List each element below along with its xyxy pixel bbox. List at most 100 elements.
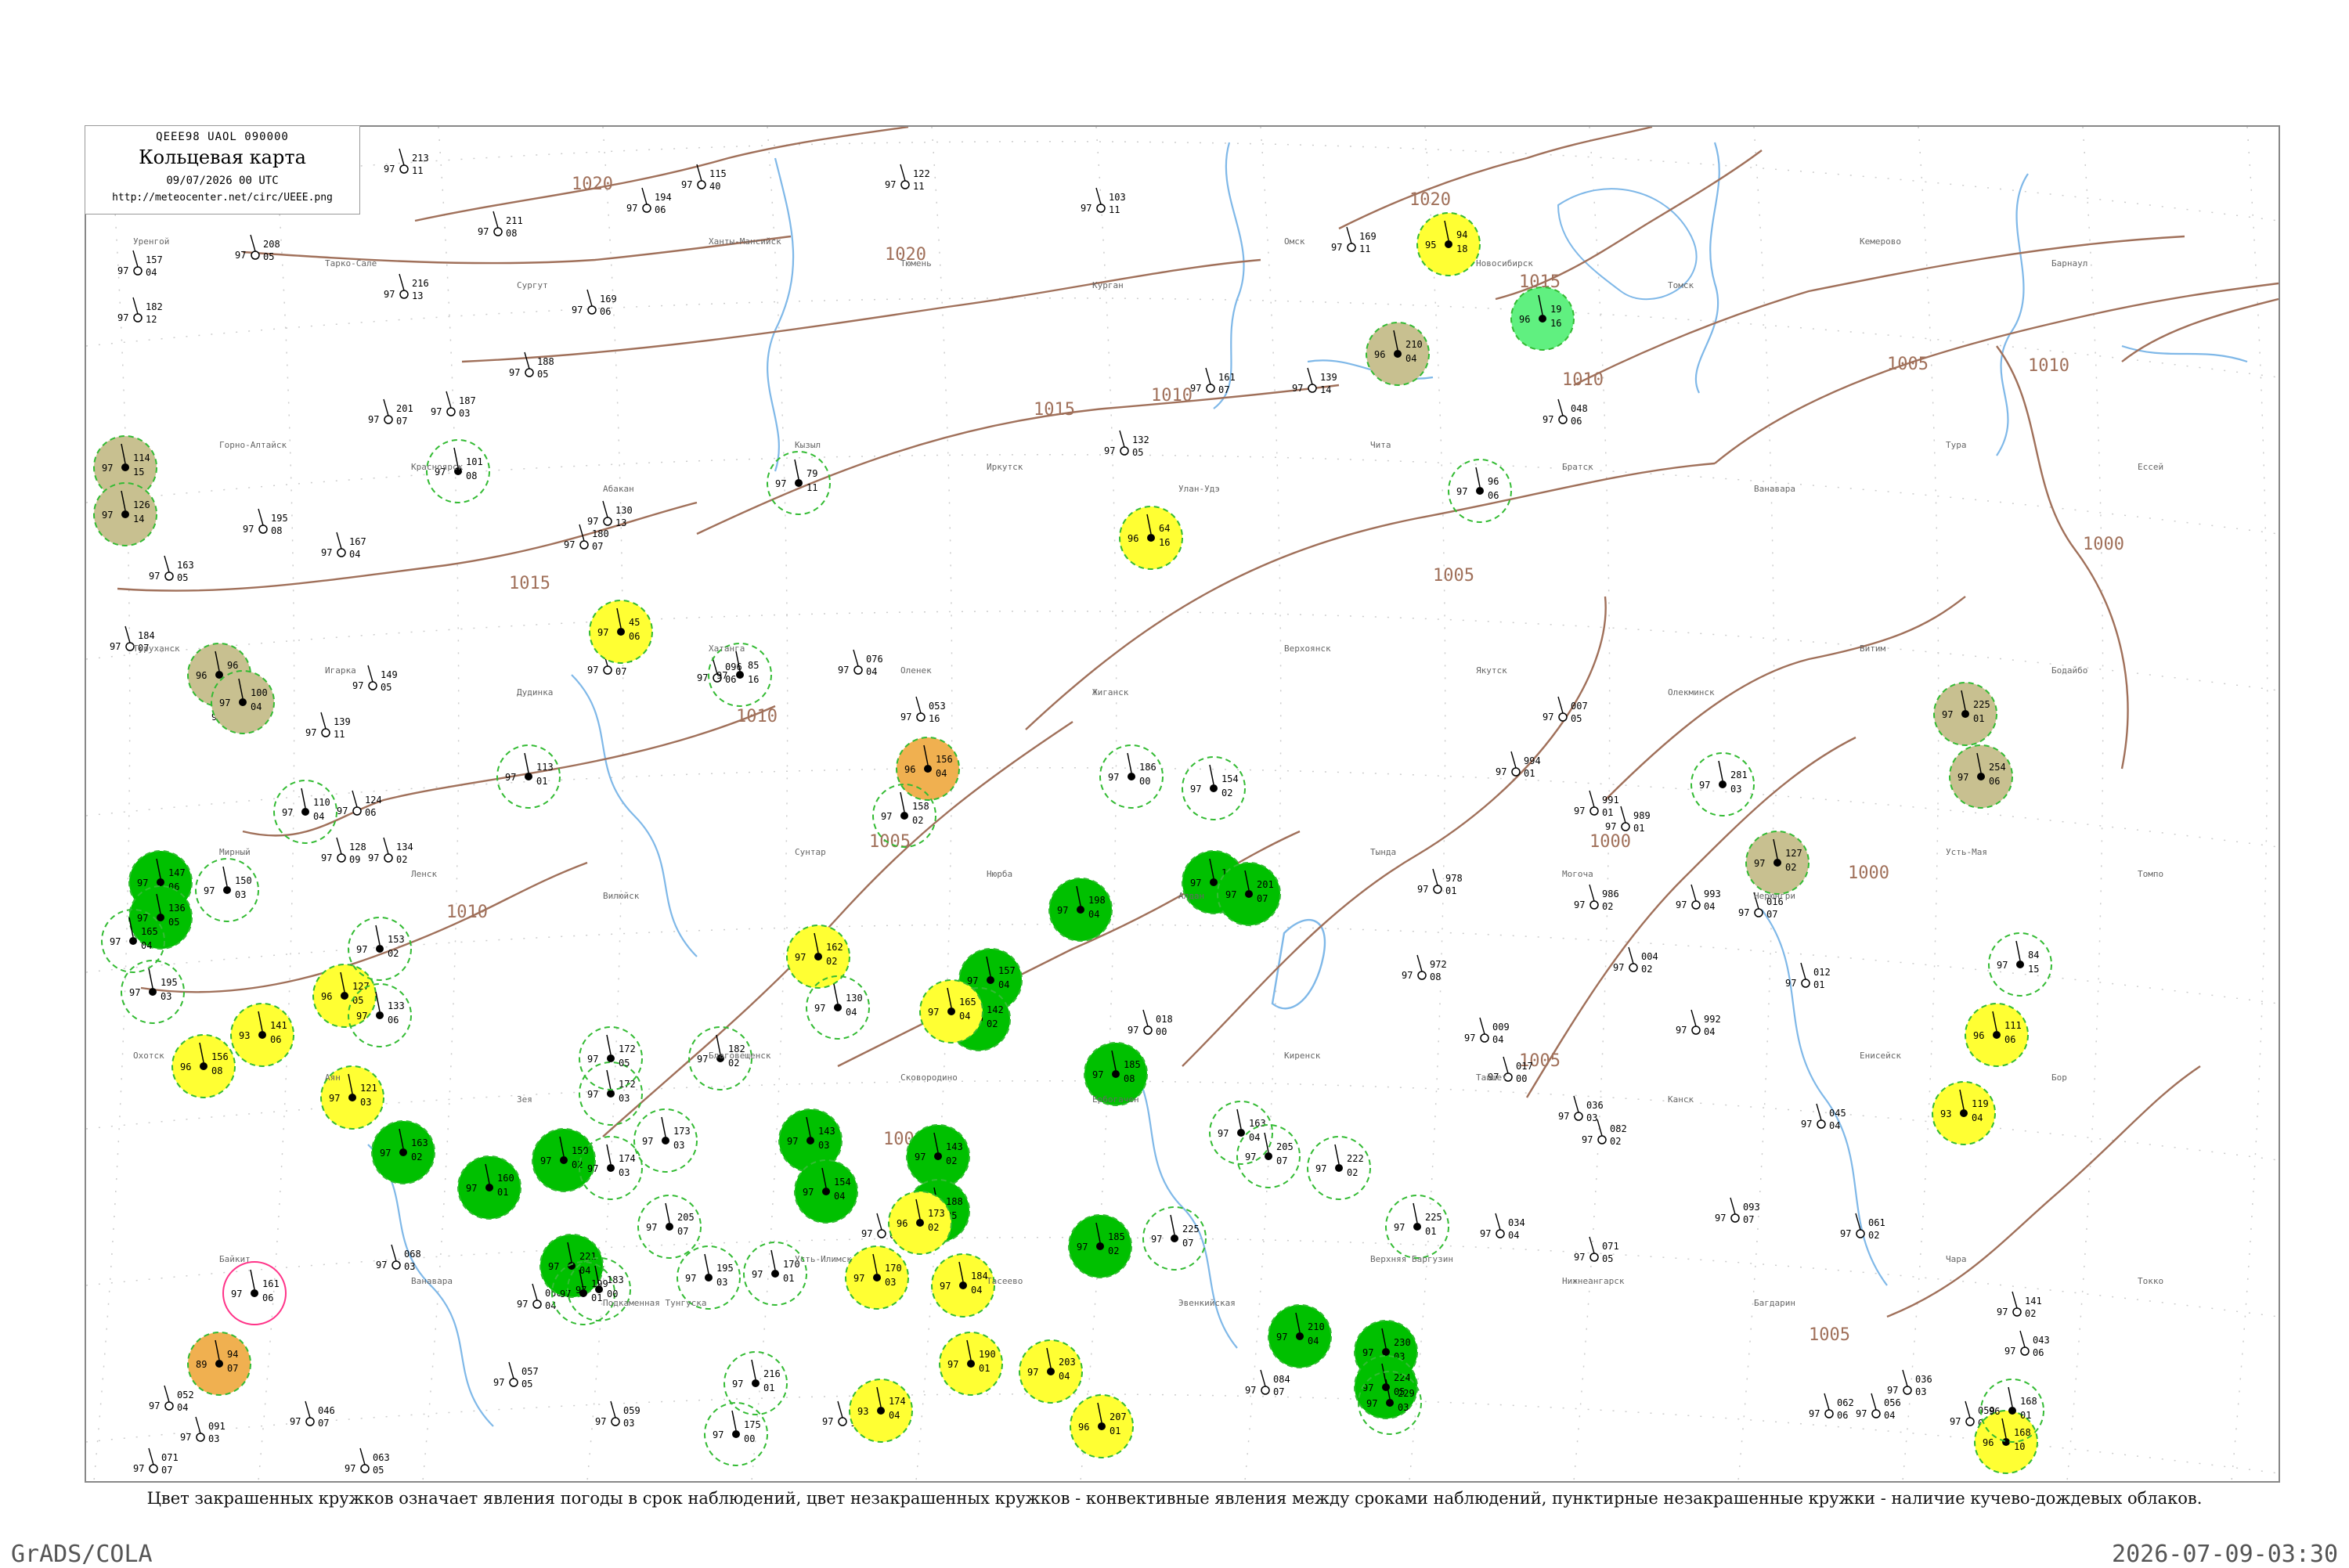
- station-plain: 122 97 11: [885, 164, 930, 192]
- station-dot: [595, 1285, 603, 1293]
- pressure-value: 213: [412, 153, 429, 164]
- station-plain: 052 97 04: [149, 1385, 194, 1413]
- pressure-value: 018: [1156, 1014, 1173, 1025]
- place-label: Енисейск: [1860, 1051, 1901, 1061]
- wind-barb: [399, 273, 405, 291]
- wind-barb: [250, 1269, 255, 1290]
- dewpoint-value: 07: [227, 1363, 238, 1374]
- pressure-value: 007: [1571, 701, 1588, 712]
- dewpoint-value: 08: [506, 228, 517, 239]
- pressure-value: 126: [133, 499, 150, 510]
- pressure-value: 174: [889, 1396, 906, 1407]
- temperature-value: 97: [376, 1260, 387, 1271]
- station-dot: [1147, 534, 1155, 542]
- wind-barb: [132, 297, 139, 315]
- dewpoint-value: 01: [591, 1292, 602, 1303]
- meridian: [2066, 127, 2104, 1481]
- pressure-value: 225: [1425, 1212, 1442, 1223]
- isobar-line: [1714, 282, 2279, 464]
- station-dot: [736, 671, 744, 679]
- dewpoint-value: 06: [388, 1015, 399, 1026]
- pressure-value: 210: [1405, 339, 1423, 350]
- station-rain: 174 93 04: [849, 1379, 913, 1443]
- station-dot: [223, 886, 231, 894]
- footer-software: GrADS/COLA: [11, 1541, 153, 1568]
- dewpoint-value: 06: [365, 807, 376, 818]
- station-plain: 124 97 06: [337, 790, 382, 818]
- temperature-value: 89: [196, 1359, 207, 1370]
- pressure-value: 034: [1508, 1217, 1525, 1228]
- temperature-value: 97: [149, 571, 160, 582]
- pressure-value: 281: [1730, 770, 1748, 780]
- station-dot: [1496, 1229, 1505, 1238]
- station-dot: [1558, 415, 1568, 424]
- station-dot: [1754, 908, 1763, 917]
- dewpoint-value: 07: [318, 1418, 329, 1429]
- temperature-value: 97: [1605, 821, 1616, 832]
- station-rain: 173 96 02: [888, 1191, 952, 1255]
- isobar-line: [1604, 596, 1966, 801]
- temperature-value: 97: [940, 1281, 951, 1292]
- station-plain: 132 97 05: [1104, 430, 1149, 458]
- station-dot: [806, 1137, 814, 1144]
- station-dot: [1206, 384, 1215, 393]
- temperature-value: 97: [881, 811, 892, 822]
- temperature-value: 97: [1092, 1069, 1103, 1080]
- pressure-value: 167: [349, 536, 366, 547]
- pressure-value: 139: [1320, 372, 1337, 383]
- temperature-value: 97: [368, 414, 379, 425]
- station-dot: [493, 227, 503, 236]
- pressure-value: 132: [1132, 434, 1149, 445]
- temperature-value: 97: [102, 463, 113, 474]
- station-dot: [1433, 885, 1442, 894]
- station-dot: [967, 1360, 975, 1368]
- pressure-value: 150: [572, 1145, 589, 1156]
- temperature-value: 97: [1417, 884, 1428, 895]
- temperature-value: 93: [239, 1030, 250, 1041]
- dewpoint-value: 03: [360, 1097, 371, 1108]
- wind-barb: [1503, 1056, 1509, 1074]
- isobar-label: 1010: [446, 903, 488, 922]
- temperature-value: 97: [1543, 712, 1553, 723]
- temperature-value: 97: [564, 539, 575, 550]
- temperature-value: 97: [1558, 1111, 1569, 1122]
- dewpoint-value: 09: [349, 854, 360, 865]
- station-plain: 195 97 08: [243, 508, 288, 536]
- dewpoint-value: 07: [1273, 1386, 1284, 1397]
- temperature-value: 97: [1543, 414, 1553, 425]
- pressure-value: 183: [607, 1274, 624, 1285]
- place-label: Сунтар: [795, 847, 826, 857]
- dewpoint-value: 02: [946, 1155, 957, 1166]
- station-plain: 084 97 07: [1245, 1369, 1290, 1397]
- temperature-value: 97: [681, 179, 692, 190]
- parallel: [86, 1393, 2279, 1474]
- dewpoint-value: 07: [1182, 1238, 1193, 1249]
- temperature-value: 97: [1997, 1307, 2008, 1317]
- station-storm: 150 97 02: [532, 1128, 596, 1192]
- station-rain: 141 93 06: [230, 1003, 294, 1067]
- wind-barb: [250, 234, 256, 252]
- wind-barb: [1495, 1213, 1501, 1231]
- dewpoint-value: 04: [146, 267, 157, 278]
- station-open: 281 97 03: [1690, 752, 1755, 816]
- station-dot: [1993, 1031, 2001, 1039]
- place-label: Витим: [1860, 643, 1885, 654]
- pressure-value: 068: [404, 1249, 421, 1260]
- dewpoint-value: 07: [1276, 1155, 1287, 1166]
- pressure-value: 114: [133, 452, 150, 463]
- station-dot: [1265, 1152, 1272, 1160]
- station-open: 173 97 03: [633, 1108, 698, 1173]
- wind-barb: [336, 532, 342, 550]
- wind-barb: [1475, 467, 1481, 488]
- dewpoint-value: 05: [168, 917, 179, 928]
- temperature-value: 97: [356, 944, 367, 955]
- temperature-value: 97: [368, 852, 379, 863]
- place-label: Ванавара: [411, 1276, 453, 1286]
- station-dot: [1629, 963, 1638, 972]
- pressure-value: 053: [929, 701, 946, 712]
- place-label: Чита: [1370, 440, 1391, 450]
- station-dot: [603, 665, 612, 675]
- pressure-value: 127: [1785, 848, 1802, 859]
- temperature-value: 97: [219, 697, 230, 708]
- station-plain: 139 97 14: [1292, 367, 1337, 395]
